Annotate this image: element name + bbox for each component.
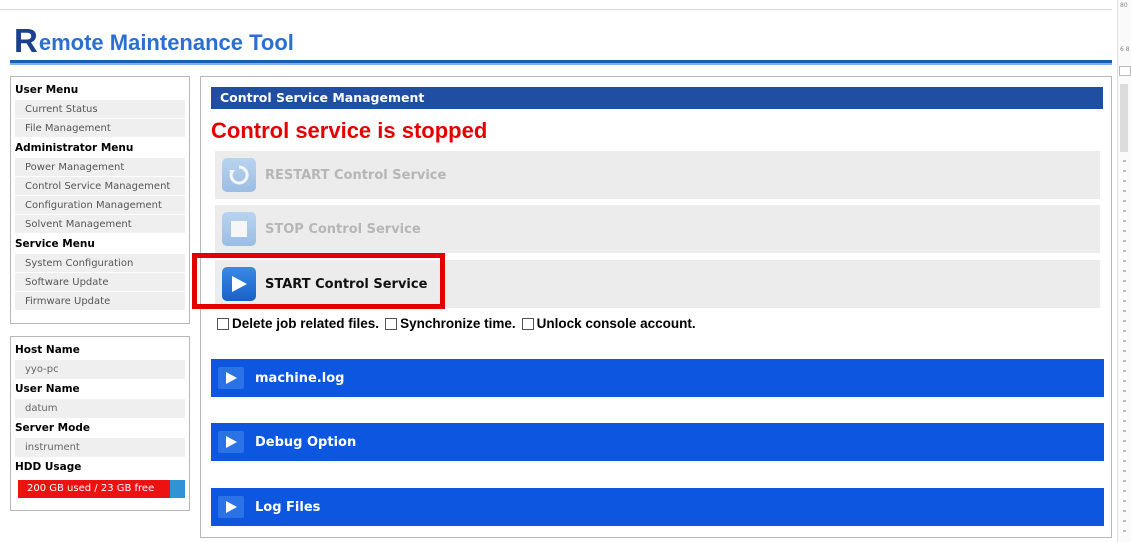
scroll-strip-mid-text: 6 8 bbox=[1120, 46, 1130, 53]
menu-section-administrator: Administrator Menu bbox=[15, 142, 134, 154]
expand-icon bbox=[218, 367, 244, 389]
scroll-thumb[interactable] bbox=[1120, 84, 1128, 152]
hdd-usage-label: HDD Usage bbox=[15, 461, 82, 473]
section-debug-option[interactable]: Debug Option bbox=[211, 423, 1104, 461]
scroll-up-button[interactable] bbox=[1119, 66, 1131, 76]
header-rule-light bbox=[10, 63, 1112, 65]
option-synchronize-time[interactable]: Synchronize time. bbox=[385, 316, 516, 331]
host-info-panel: Host Name yyo-pc User Name datum Server … bbox=[10, 336, 190, 511]
delete-job-files-checkbox[interactable] bbox=[217, 317, 229, 330]
host-name-value: yyo-pc bbox=[15, 360, 185, 379]
menu-section-user: User Menu bbox=[15, 84, 79, 96]
restart-service-label: RESTART Control Service bbox=[265, 167, 447, 183]
server-mode-label: Server Mode bbox=[15, 422, 90, 434]
option-delete-job-files[interactable]: Delete job related files. bbox=[217, 316, 379, 331]
expand-icon bbox=[218, 496, 244, 518]
section-machine-log[interactable]: machine.log bbox=[211, 359, 1104, 397]
restart-icon bbox=[222, 158, 256, 192]
sidebar-item-power-management[interactable]: Power Management bbox=[15, 158, 185, 177]
sidebar-item-firmware-update[interactable]: Firmware Update bbox=[15, 292, 185, 311]
sidebar-item-configuration-management[interactable]: Configuration Management bbox=[15, 196, 185, 215]
logo-initial: R bbox=[14, 22, 38, 59]
hdd-usage-bar: 200 GB used / 23 GB free bbox=[18, 480, 185, 498]
sidebar-item-current-status[interactable]: Current Status bbox=[15, 100, 185, 119]
start-service-button[interactable]: START Control Service bbox=[215, 260, 1100, 308]
top-divider bbox=[0, 9, 1112, 10]
restart-service-button[interactable]: RESTART Control Service bbox=[215, 151, 1100, 199]
section-log-files-label: Log Files bbox=[255, 499, 321, 515]
app-title: emote Maintenance Tool bbox=[38, 30, 294, 55]
menu-section-service: Service Menu bbox=[15, 238, 95, 250]
sidebar-menu: User Menu Current Status File Management… bbox=[10, 76, 190, 324]
sidebar-item-software-update[interactable]: Software Update bbox=[15, 273, 185, 292]
section-machine-log-label: machine.log bbox=[255, 370, 345, 386]
sidebar-item-system-configuration[interactable]: System Configuration bbox=[15, 254, 185, 273]
server-mode-value: instrument bbox=[15, 438, 185, 457]
user-name-label: User Name bbox=[15, 383, 80, 395]
section-log-files[interactable]: Log Files bbox=[211, 488, 1104, 526]
option-unlock-console[interactable]: Unlock console account. bbox=[521, 316, 696, 331]
stop-icon bbox=[222, 212, 256, 246]
sidebar-item-control-service-management[interactable]: Control Service Management bbox=[15, 177, 185, 196]
scroll-strip-top-text: 80 bbox=[1120, 2, 1128, 9]
unlock-console-checkbox[interactable] bbox=[521, 317, 534, 330]
delete-job-files-label: Delete job related files. bbox=[232, 316, 380, 331]
expand-icon bbox=[218, 431, 244, 453]
sidebar-item-file-management[interactable]: File Management bbox=[15, 119, 185, 138]
hdd-free-segment bbox=[169, 480, 185, 498]
sidebar-item-solvent-management[interactable]: Solvent Management bbox=[15, 215, 185, 234]
section-debug-option-label: Debug Option bbox=[255, 434, 357, 450]
hdd-used-segment: 200 GB used / 23 GB free bbox=[18, 480, 170, 498]
play-icon bbox=[222, 267, 256, 301]
service-status: Control service is stopped bbox=[211, 118, 488, 143]
synchronize-time-label: Synchronize time. bbox=[400, 316, 516, 331]
user-name-value: datum bbox=[15, 399, 185, 418]
synchronize-time-checkbox[interactable] bbox=[385, 317, 398, 330]
stop-service-button[interactable]: STOP Control Service bbox=[215, 205, 1100, 253]
start-service-label: START Control Service bbox=[265, 276, 428, 292]
unlock-console-label: Unlock console account. bbox=[536, 316, 696, 331]
scroll-ruler bbox=[1123, 160, 1126, 540]
stop-service-label: STOP Control Service bbox=[265, 221, 421, 237]
app-logo: R emote Maintenance Tool bbox=[14, 22, 294, 59]
host-name-label: Host Name bbox=[15, 344, 80, 356]
service-options: Delete job related files. Synchronize ti… bbox=[217, 316, 702, 331]
page-title: Control Service Management bbox=[211, 87, 1103, 109]
main-panel: Control Service Management Control servi… bbox=[200, 76, 1112, 538]
